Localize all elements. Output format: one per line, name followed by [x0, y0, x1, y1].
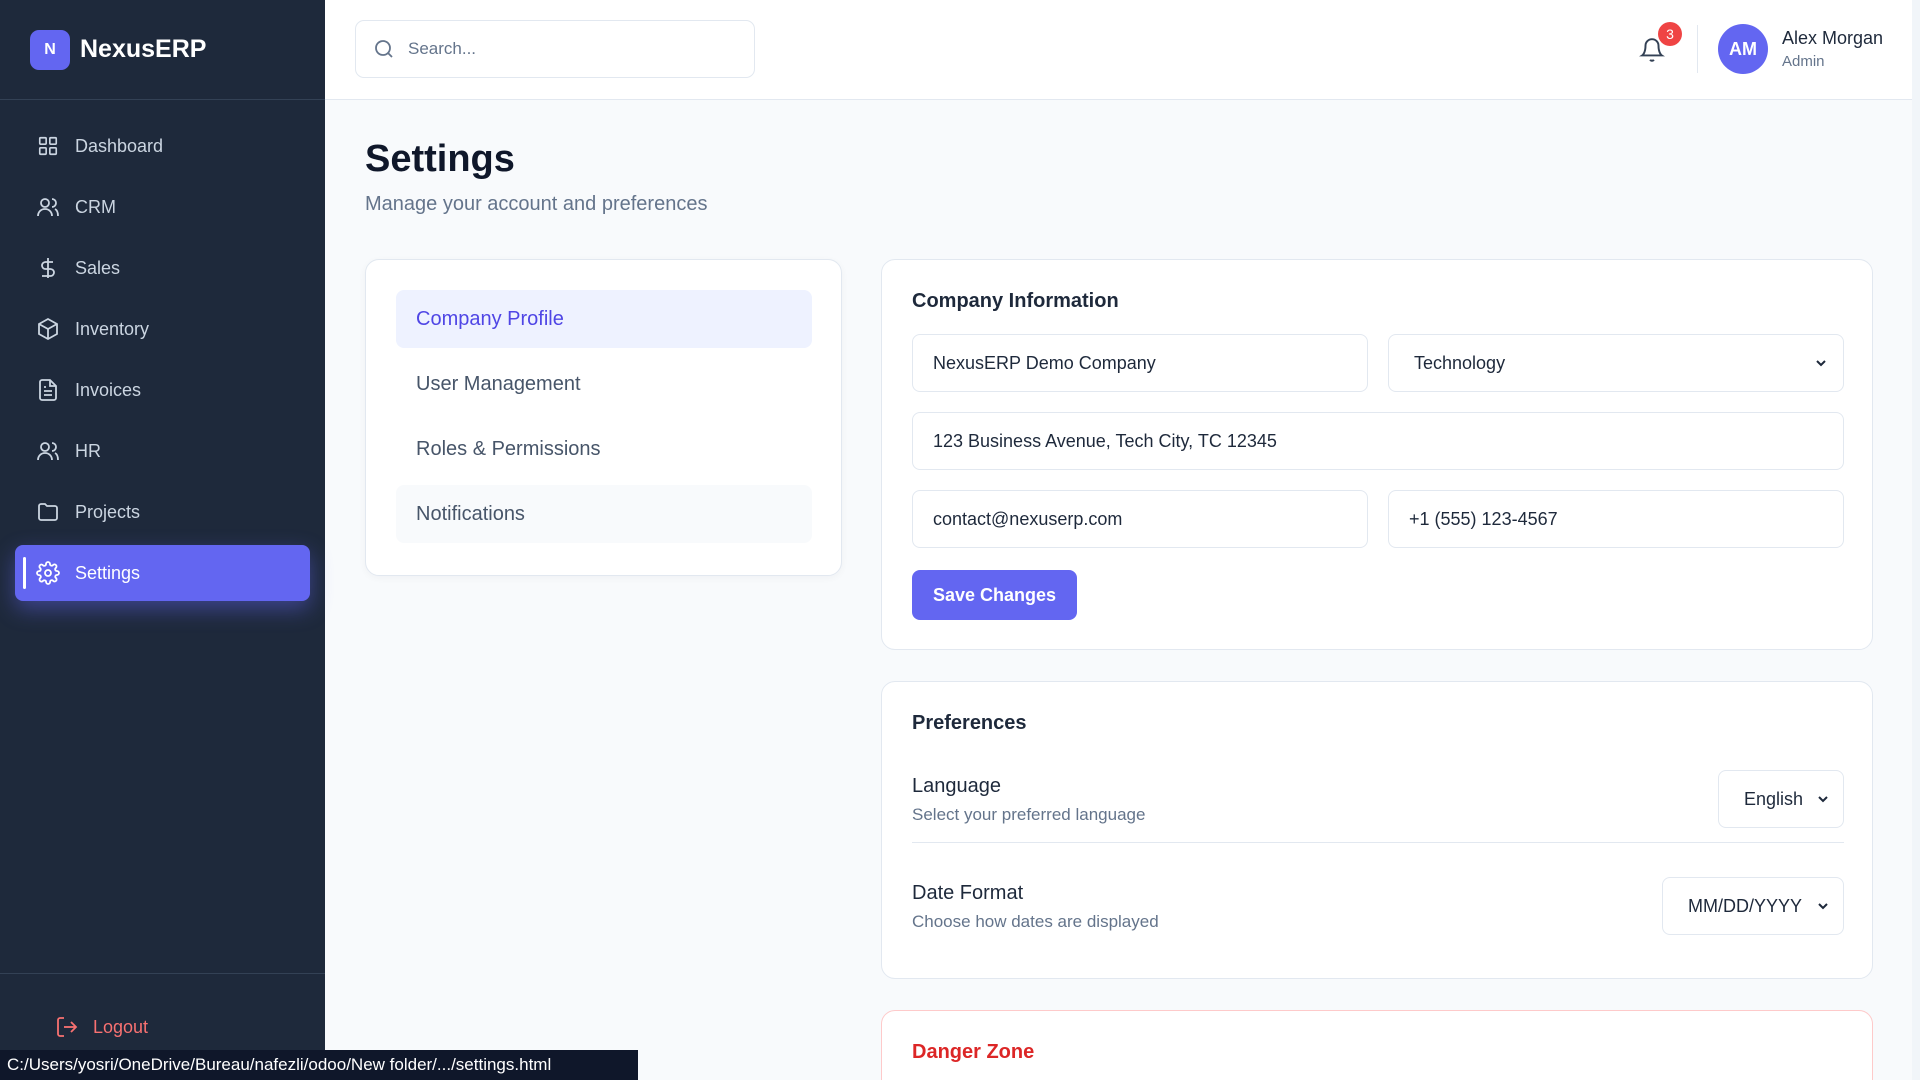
- sidebar-item-label: Dashboard: [75, 135, 164, 156]
- header-divider: [1697, 25, 1698, 73]
- sidebar-item-projects[interactable]: Projects: [15, 484, 310, 540]
- phone-value: +1 (555) 123-4567: [1409, 508, 1558, 529]
- avatar[interactable]: AM: [1718, 24, 1768, 74]
- sidebar-item-label: CRM: [75, 196, 116, 217]
- brand-logo: N: [30, 29, 70, 70]
- user-name[interactable]: Alex Morgan: [1782, 28, 1883, 49]
- address-field[interactable]: 123 Business Avenue, Tech City, TC 12345: [912, 412, 1844, 470]
- company-name-field[interactable]: NexusERP Demo Company: [912, 334, 1368, 392]
- page-scrollbar[interactable]: [1912, 0, 1920, 1080]
- logout-label: Logout: [93, 1016, 149, 1037]
- sidebar-item-dashboard[interactable]: Dashboard: [15, 118, 310, 174]
- sidebar-item-label: Inventory: [75, 318, 150, 339]
- logout-icon: [55, 1014, 81, 1040]
- chevron-down-icon: [1818, 796, 1828, 803]
- industry-select[interactable]: Technology: [1388, 334, 1844, 392]
- language-description: Select your preferred language: [912, 805, 1146, 824]
- preferences-title: Preferences: [912, 712, 1027, 734]
- users-icon: [35, 438, 61, 464]
- email-value: contact@nexuserp.com: [933, 508, 1123, 529]
- date-format-value: MM/DD/YYYY: [1688, 895, 1803, 916]
- preferences-divider: [912, 842, 1844, 843]
- file-icon: [35, 377, 61, 403]
- notification-badge: 3: [1658, 22, 1682, 46]
- search-icon: [372, 36, 398, 62]
- users-icon: [35, 194, 61, 220]
- address-value: 123 Business Avenue, Tech City, TC 12345: [933, 430, 1277, 451]
- box-icon: [35, 316, 61, 342]
- sidebar-item-sales[interactable]: Sales: [15, 240, 310, 296]
- sidebar-item-inventory[interactable]: Inventory: [15, 301, 310, 357]
- page-subtitle: Manage your account and preferences: [365, 193, 708, 215]
- chevron-down-icon: [1816, 360, 1826, 367]
- settings-tab-roles-permissions[interactable]: Roles & Permissions: [396, 420, 812, 478]
- phone-field[interactable]: +1 (555) 123-4567: [1388, 490, 1844, 548]
- language-select[interactable]: English: [1718, 770, 1844, 828]
- language-label: Language: [912, 775, 1001, 797]
- sidebar-item-label: HR: [75, 440, 101, 461]
- email-field[interactable]: contact@nexuserp.com: [912, 490, 1368, 548]
- sidebar-nav: Dashboard CRM Sales Inventory Invoices H…: [0, 100, 325, 601]
- sidebar-item-label: Settings: [75, 562, 141, 583]
- sidebar-item-invoices[interactable]: Invoices: [15, 362, 310, 418]
- brand[interactable]: N NexusERP: [0, 0, 325, 100]
- sidebar-item-label: Invoices: [75, 379, 142, 400]
- dollar-icon: [35, 255, 61, 281]
- settings-tab-company-profile[interactable]: Company Profile: [396, 290, 812, 348]
- settings-tab-user-management[interactable]: User Management: [396, 355, 812, 413]
- sidebar-item-crm[interactable]: CRM: [15, 179, 310, 235]
- sidebar-item-hr[interactable]: HR: [15, 423, 310, 479]
- company-info-card: Company Information NexusERP Demo Compan…: [881, 259, 1873, 650]
- folder-icon: [35, 499, 61, 525]
- page-title: Settings: [365, 138, 515, 180]
- sidebar-item-label: Sales: [75, 257, 121, 278]
- search-input[interactable]: [408, 39, 728, 59]
- date-format-select[interactable]: MM/DD/YYYY: [1662, 877, 1844, 935]
- brand-name: NexusERP: [80, 35, 207, 63]
- status-url-bar: C:/Users/yosri/OneDrive/Bureau/nafezli/o…: [0, 1050, 638, 1080]
- industry-value: Technology: [1414, 352, 1506, 373]
- language-value: English: [1744, 788, 1804, 809]
- date-format-description: Choose how dates are displayed: [912, 912, 1159, 931]
- date-format-label: Date Format: [912, 882, 1024, 904]
- sidebar-item-settings[interactable]: Settings: [15, 545, 310, 601]
- company-info-title: Company Information: [912, 290, 1119, 312]
- danger-zone-title: Danger Zone: [912, 1041, 1035, 1063]
- preferences-card: Preferences Language Select your preferr…: [881, 681, 1873, 979]
- sidebar: N NexusERP Dashboard CRM Sales Inventory…: [0, 0, 325, 1080]
- search-box[interactable]: [355, 20, 755, 78]
- grid-icon: [35, 133, 61, 159]
- save-changes-button[interactable]: Save Changes: [912, 570, 1077, 620]
- gear-icon: [35, 560, 61, 586]
- top-header: 3 AM Alex Morgan Admin: [325, 0, 1915, 100]
- logout-button[interactable]: Logout: [55, 1014, 148, 1040]
- danger-zone-card: Danger Zone: [881, 1010, 1873, 1080]
- sidebar-item-label: Projects: [75, 501, 141, 522]
- settings-nav-card: Company Profile User Management Roles & …: [365, 259, 842, 576]
- chevron-down-icon: [1818, 903, 1828, 910]
- settings-tab-notifications[interactable]: Notifications: [396, 485, 812, 543]
- user-role: Admin: [1782, 53, 1825, 70]
- company-name-value: NexusERP Demo Company: [933, 352, 1156, 373]
